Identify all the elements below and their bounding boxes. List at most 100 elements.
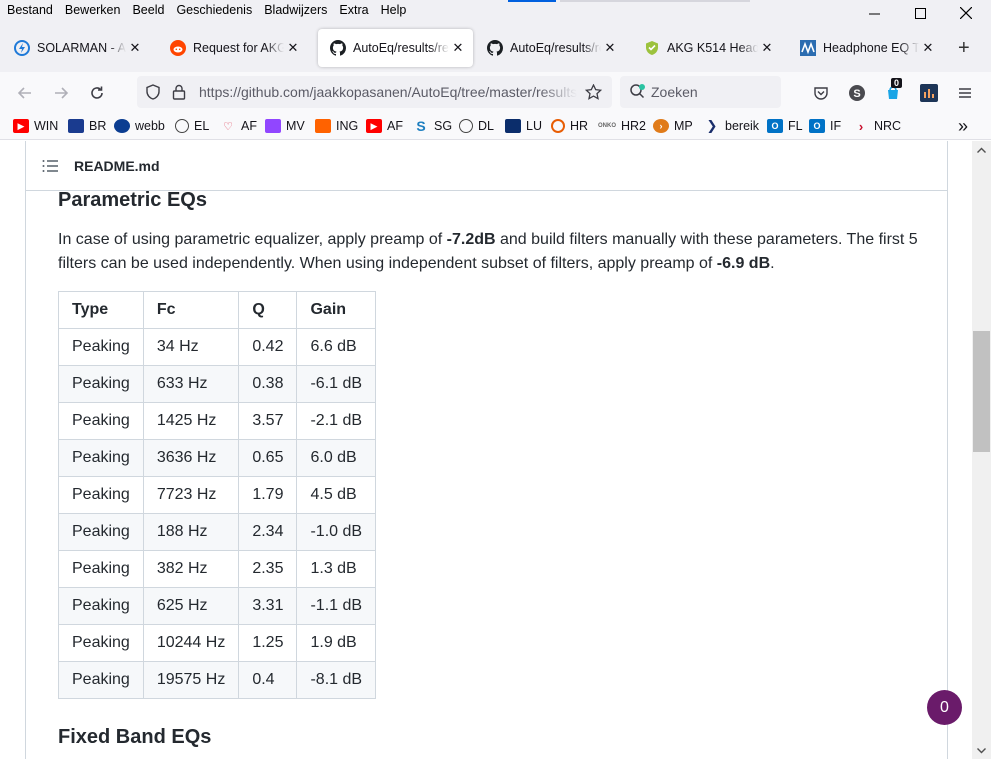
waveform-icon: [800, 40, 816, 56]
search-bar[interactable]: Zoeken: [620, 76, 781, 108]
table-row: Peaking 188 Hz 2.34 -1.0 dB: [58, 513, 377, 551]
cell-fc: 34 Hz: [142, 328, 240, 366]
table-row: Peaking 10244 Hz 1.25 1.9 dB: [58, 624, 377, 662]
bookmark-star-icon[interactable]: [585, 84, 602, 100]
tab-autoeq-active[interactable]: AutoEq/results/reference ✕: [318, 29, 473, 67]
bookmark-item[interactable]: O IF: [809, 119, 841, 133]
search-icon: [630, 84, 645, 99]
title-accent-line: [508, 0, 556, 2]
url-bar[interactable]: https://github.com/jaakkopasanen/AutoEq/…: [137, 76, 612, 108]
tab-close-icon[interactable]: ✕: [760, 40, 774, 56]
reddit-icon: [170, 40, 186, 56]
cell-q: 2.34: [238, 513, 298, 551]
bookmark-label: MV: [286, 119, 305, 133]
preamp-subset-value: -6.9 dB: [716, 255, 771, 272]
menu-bar: Bestand Bewerken Beeld Geschiedenis Blad…: [0, 0, 991, 24]
youtube-icon: ▶: [13, 119, 29, 133]
lock-icon[interactable]: [172, 84, 186, 100]
reload-button[interactable]: [85, 81, 109, 105]
menu-geschiedenis[interactable]: Geschiedenis: [176, 3, 252, 17]
account-button[interactable]: S: [845, 81, 869, 105]
back-button[interactable]: [13, 81, 37, 105]
cell-q: 3.57: [238, 402, 298, 440]
scroll-thumb[interactable]: [973, 331, 990, 452]
tab-solarman[interactable]: SOLARMAN - All-in-one ✕: [2, 29, 150, 67]
pocket-button[interactable]: [809, 81, 833, 105]
bookmark-item[interactable]: webb: [114, 119, 165, 133]
table-row: Peaking 625 Hz 3.31 -1.1 dB: [58, 587, 377, 625]
bookmark-item[interactable]: HR: [551, 119, 588, 133]
new-tab-button[interactable]: +: [958, 37, 970, 60]
scroll-down-arrow[interactable]: [972, 742, 991, 759]
bookmark-item[interactable]: ▶ AF: [366, 119, 403, 133]
tab-close-icon[interactable]: ✕: [603, 40, 617, 56]
menu-help[interactable]: Help: [381, 3, 407, 17]
minimize-icon: [868, 13, 880, 14]
tab-close-icon[interactable]: ✕: [286, 40, 300, 56]
cell-q: 0.4: [238, 661, 298, 699]
tab-autoeq[interactable]: AutoEq/results/reference ✕: [475, 29, 625, 67]
tab-akg[interactable]: AKG K514 Headphone ✕: [632, 29, 782, 67]
cell-gain: 1.3 dB: [296, 550, 377, 588]
tracking-shield-icon[interactable]: [145, 84, 161, 100]
bookmark-item[interactable]: O FL: [767, 119, 803, 133]
github-icon: [330, 40, 346, 56]
outlook-icon: O: [767, 119, 783, 133]
table-row: Peaking 7723 Hz 1.79 4.5 dB: [58, 476, 377, 514]
bookmark-item[interactable]: MV: [265, 119, 305, 133]
cell-type: Peaking: [58, 476, 144, 514]
bookmark-item[interactable]: › MP: [653, 119, 693, 133]
menu-button[interactable]: [953, 81, 977, 105]
tab-title: AKG K514 Headphone: [667, 41, 758, 55]
table-row: Peaking 19575 Hz 0.4 -8.1 dB: [58, 661, 377, 699]
menu-extra[interactable]: Extra: [339, 3, 368, 17]
tab-close-icon[interactable]: ✕: [451, 40, 465, 56]
bookmark-label: DL: [478, 119, 494, 133]
table-row: Peaking 1425 Hz 3.57 -2.1 dB: [58, 402, 377, 440]
cell-fc: 625 Hz: [142, 587, 240, 625]
scroll-up-arrow[interactable]: [972, 141, 991, 158]
close-window-button[interactable]: [943, 2, 989, 24]
bookmark-item[interactable]: EL: [175, 119, 209, 133]
extension-badge: 0: [891, 78, 903, 88]
cell-fc: 19575 Hz: [142, 661, 240, 699]
cell-type: Peaking: [58, 365, 144, 403]
bookmark-label: LU: [526, 119, 542, 133]
bookmark-item[interactable]: LU: [505, 119, 542, 133]
bookmark-item[interactable]: S SG: [413, 118, 452, 134]
bookmark-item[interactable]: ▶ WIN: [13, 119, 58, 133]
menu-beeld[interactable]: Beeld: [132, 3, 164, 17]
menu-bestand[interactable]: Bestand: [7, 3, 53, 17]
tab-close-icon[interactable]: ✕: [921, 40, 935, 56]
github-icon: [487, 40, 503, 56]
bookmark-label: ING: [336, 119, 359, 133]
account-icon: S: [849, 85, 865, 101]
extension-button[interactable]: 0: [881, 78, 905, 105]
bookmark-item[interactable]: › NRC: [853, 119, 901, 134]
tab-close-icon[interactable]: ✕: [128, 40, 142, 56]
vertical-scrollbar[interactable]: [972, 141, 991, 759]
cell-type: Peaking: [58, 661, 144, 699]
bookmark-item[interactable]: ❯ bereik: [704, 118, 760, 133]
bookmark-item[interactable]: ING: [315, 119, 358, 133]
menu-bewerken[interactable]: Bewerken: [65, 3, 121, 17]
menu-bladwijzers[interactable]: Bladwijzers: [264, 3, 327, 17]
bookmark-item[interactable]: BR: [68, 119, 106, 133]
bereik-icon: ❯: [706, 118, 718, 133]
maximize-button[interactable]: [897, 2, 943, 24]
stats-button[interactable]: [917, 81, 941, 105]
bookmark-label: AF: [387, 119, 403, 133]
tab-headphone-eq[interactable]: Headphone EQ Test ✕: [788, 29, 943, 67]
bookmark-item[interactable]: DL: [459, 119, 494, 133]
list-icon[interactable]: [42, 159, 58, 173]
notification-badge[interactable]: 0: [927, 690, 962, 725]
minimize-button[interactable]: [851, 2, 897, 24]
bookmarks-overflow-button[interactable]: »: [958, 116, 968, 137]
bookmark-item[interactable]: ♡ AF: [220, 119, 257, 133]
forward-button[interactable]: [49, 81, 73, 105]
tab-reddit[interactable]: Request for AKG K514 ✕: [158, 29, 308, 67]
cell-fc: 3636 Hz: [142, 439, 240, 477]
globe-icon: [175, 119, 189, 133]
bookmark-item[interactable]: ONKO HR2: [598, 119, 646, 133]
reload-icon: [91, 86, 103, 99]
